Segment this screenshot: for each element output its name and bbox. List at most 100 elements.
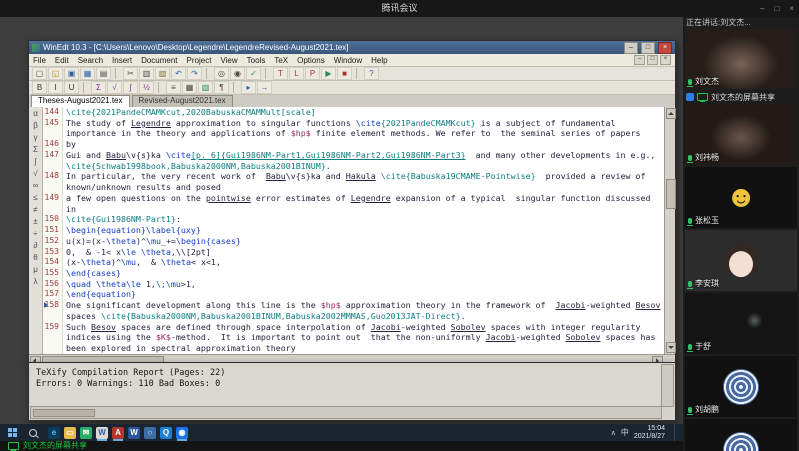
symbol-tool-icon[interactable]: ∂	[34, 241, 38, 250]
symbol-tool-icon[interactable]: θ	[33, 253, 37, 262]
menu-tex[interactable]: TeX	[274, 56, 288, 65]
start-button[interactable]	[0, 424, 24, 441]
mdi-minimize-icon[interactable]: –	[634, 55, 645, 65]
paste-icon[interactable]: ▧	[155, 67, 170, 80]
undo-icon[interactable]: ↶	[171, 67, 186, 80]
symbol-tool-icon[interactable]: √	[33, 169, 37, 178]
document-tab[interactable]: Revised-August2021.tex	[132, 95, 233, 107]
participant-tile[interactable]: 于舒	[685, 293, 797, 354]
document-tab[interactable]: Theses-August2021.tex	[31, 95, 130, 107]
edge-app[interactable]: e	[48, 427, 60, 439]
copy-icon[interactable]: ▥	[139, 67, 154, 80]
qq-app[interactable]: Q	[160, 427, 172, 439]
italic-icon[interactable]: I	[48, 81, 63, 94]
open-file-icon[interactable]: ◱	[48, 67, 63, 80]
print-icon[interactable]: ▤	[96, 67, 111, 80]
figure-icon[interactable]: ▧	[198, 81, 213, 94]
menu-project[interactable]: Project	[187, 56, 212, 65]
symbol-tool-icon[interactable]: ÷	[33, 229, 37, 238]
symbol-tool-icon[interactable]: λ	[34, 277, 38, 286]
itemize-icon[interactable]: ≡	[166, 81, 181, 94]
taskbar-clock[interactable]: 15:04 2021/8/27	[634, 425, 665, 441]
participant-tile[interactable]: 刘祎畅	[685, 104, 797, 165]
show-desktop-button[interactable]	[674, 424, 679, 441]
participant-tile[interactable]: 李安琪	[685, 230, 797, 291]
fraction-icon[interactable]: ½	[139, 81, 154, 94]
new-file-icon[interactable]: ▢	[32, 67, 47, 80]
symbol-tool-icon[interactable]: α	[33, 109, 38, 118]
share-badge-label[interactable]: 刘文杰的屏幕共享	[23, 441, 87, 451]
paragraph-icon[interactable]: ¶	[214, 81, 229, 94]
cut-icon[interactable]: ✂	[123, 67, 138, 80]
editor-maximize-icon[interactable]: □	[641, 42, 655, 54]
console-vscrollbar[interactable]	[661, 364, 674, 407]
wechat-app[interactable]: ✉	[80, 427, 92, 439]
goto-line-icon[interactable]: →	[257, 81, 272, 94]
menu-view[interactable]: View	[220, 56, 237, 65]
save-icon[interactable]: ▣	[64, 67, 79, 80]
mdi-close-icon[interactable]: ×	[660, 55, 671, 65]
symbol-tool-icon[interactable]: γ	[34, 133, 38, 142]
word-app[interactable]: W	[128, 427, 140, 439]
underline-icon[interactable]: U	[64, 81, 79, 94]
console-hscrollbar[interactable]	[30, 406, 662, 419]
mdi-restore-icon[interactable]: □	[647, 55, 658, 65]
editor-vscrollbar[interactable]	[664, 107, 675, 354]
find-icon[interactable]: ◎	[214, 67, 229, 80]
participant-tile[interactable]: ☻张松玉	[685, 167, 797, 228]
menu-insert[interactable]: Insert	[112, 56, 132, 65]
winedt-app[interactable]: W	[96, 427, 108, 439]
symbol-tool-icon[interactable]: ≤	[33, 193, 37, 202]
menu-search[interactable]: Search	[78, 56, 103, 65]
pdflatex-icon[interactable]: P	[305, 67, 320, 80]
pdf-app[interactable]: A	[112, 427, 124, 439]
vscroll-thumb[interactable]	[666, 179, 676, 209]
scroll-down-icon[interactable]	[666, 342, 676, 353]
symbol-tool-icon[interactable]: μ	[33, 265, 38, 274]
tray-expand-icon[interactable]: ∧	[611, 429, 616, 437]
symbol-tool-icon[interactable]: β	[33, 121, 38, 130]
texify-icon[interactable]: T	[273, 67, 288, 80]
save-all-icon[interactable]: ▦	[80, 67, 95, 80]
menu-file[interactable]: File	[33, 56, 46, 65]
menu-window[interactable]: Window	[334, 56, 362, 65]
explorer-app[interactable]: ▭	[64, 427, 76, 439]
symbol-tool-icon[interactable]: Σ	[33, 145, 38, 154]
maximize-icon[interactable]: □	[774, 4, 779, 13]
replace-icon[interactable]: ◉	[230, 67, 245, 80]
symbol-tool-icon[interactable]: ±	[33, 217, 37, 226]
speaker-video-tile[interactable]: 刘文杰	[685, 29, 797, 89]
editor-titlebar[interactable]: WinEdt 10.3 - [C:\Users\Lenovo\Desktop\L…	[29, 41, 675, 54]
editor-close-icon[interactable]: ×	[658, 42, 672, 54]
menu-help[interactable]: Help	[371, 56, 387, 65]
ime-indicator[interactable]: 中	[621, 427, 629, 438]
participant-tile[interactable]	[685, 419, 797, 451]
menu-options[interactable]: Options	[297, 56, 325, 65]
sum-icon[interactable]: Σ	[91, 81, 106, 94]
close-icon[interactable]: ×	[789, 4, 794, 13]
integral-icon[interactable]: ∫	[123, 81, 138, 94]
latex-icon[interactable]: L	[289, 67, 304, 80]
help-icon[interactable]: ?	[364, 67, 379, 80]
menu-tools[interactable]: Tools	[247, 56, 266, 65]
redo-icon[interactable]: ↷	[187, 67, 202, 80]
table-icon[interactable]: ▦	[182, 81, 197, 94]
code-editor[interactable]: 144\cite{2021PandeCMAMKcut,2020BabuskaCM…	[43, 107, 664, 354]
editor-minimize-icon[interactable]: –	[624, 42, 638, 54]
console-hscroll-thumb[interactable]	[33, 409, 95, 417]
symbol-tool-icon[interactable]: ∞	[33, 181, 39, 190]
symbol-tool-icon[interactable]: ≠	[33, 205, 37, 214]
minimize-icon[interactable]: –	[760, 4, 764, 13]
scroll-up-icon[interactable]	[666, 108, 676, 119]
bold-icon[interactable]: B	[32, 81, 47, 94]
meeting-app[interactable]: ◉	[176, 427, 188, 439]
bookmark-icon[interactable]: ▸	[241, 81, 256, 94]
symbol-tool-icon[interactable]: ∫	[34, 157, 36, 166]
browser-app[interactable]: ○	[144, 427, 156, 439]
spellcheck-icon[interactable]: ✓	[246, 67, 261, 80]
menu-edit[interactable]: Edit	[55, 56, 69, 65]
preview-icon[interactable]: ▶	[321, 67, 336, 80]
participant-tile[interactable]: 刘胡鹏	[685, 356, 797, 417]
stop-icon[interactable]: ■	[337, 67, 352, 80]
taskbar-search-button[interactable]	[24, 429, 42, 437]
